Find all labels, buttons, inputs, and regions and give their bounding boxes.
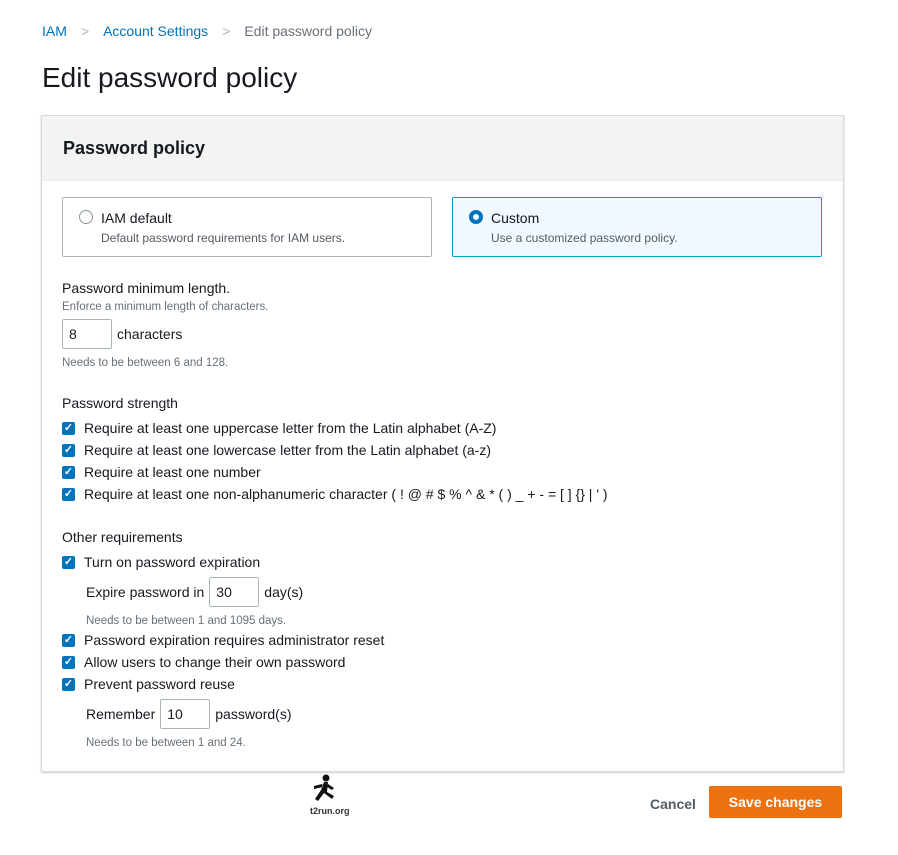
remember-unit: password(s): [215, 706, 292, 722]
checkbox-label: Password expiration requires administrat…: [84, 632, 385, 648]
checkbox-allow-change[interactable]: ✓ Allow users to change their own passwor…: [62, 651, 384, 673]
runner-icon: [314, 774, 334, 801]
checkbox-uppercase[interactable]: ✓ Require at least one uppercase letter f…: [62, 417, 608, 439]
expire-hint: Needs to be between 1 and 1095 days.: [86, 615, 287, 627]
checkbox-label: Require at least one uppercase letter fr…: [84, 420, 497, 436]
checkbox-number[interactable]: ✓ Require at least one number: [62, 461, 608, 483]
remember-hint: Needs to be between 1 and 24.: [86, 737, 246, 749]
min-length-hint: Needs to be between 6 and 128.: [62, 357, 229, 369]
expire-days-input[interactable]: [209, 577, 260, 607]
checkbox-checked-icon[interactable]: ✓: [62, 421, 75, 435]
save-changes-button[interactable]: Save changes: [709, 786, 842, 818]
checkbox-checked-icon[interactable]: ✓: [62, 677, 75, 691]
option-title: Custom: [491, 210, 540, 226]
option-iam-default[interactable]: IAM default Default password requirement…: [62, 197, 432, 257]
remember-input[interactable]: [160, 699, 211, 729]
checkbox-label: Require at least one number: [84, 464, 261, 480]
min-length-desc: Enforce a minimum length of characters.: [62, 301, 269, 313]
checkbox-label: Require at least one lowercase letter fr…: [84, 442, 491, 458]
other-label: Other requirements: [62, 529, 183, 545]
checkbox-checked-icon[interactable]: ✓: [62, 555, 75, 569]
checkbox-checked-icon[interactable]: ✓: [62, 465, 75, 479]
checkbox-admin-reset[interactable]: ✓ Password expiration requires administra…: [62, 629, 384, 651]
breadcrumb-account-settings[interactable]: Account Settings: [103, 23, 208, 39]
option-custom[interactable]: Custom Use a customized password policy.: [452, 197, 822, 257]
remember-label: Remember: [86, 706, 156, 722]
breadcrumb: IAM > Account Settings > Edit password pol…: [42, 23, 372, 39]
cancel-button[interactable]: Cancel: [644, 795, 702, 813]
checkbox-label: Prevent password reuse: [84, 676, 235, 692]
checkbox-checked-icon[interactable]: ✓: [62, 633, 75, 647]
radio-selected-icon[interactable]: [469, 210, 483, 224]
checkbox-prevent-reuse[interactable]: ✓ Prevent password reuse: [62, 673, 384, 695]
checkbox-checked-icon[interactable]: ✓: [62, 655, 75, 669]
page-title: Edit password policy: [42, 62, 298, 93]
checkbox-checked-icon[interactable]: ✓: [62, 487, 75, 501]
checkbox-lowercase[interactable]: ✓ Require at least one lowercase letter f…: [62, 439, 608, 461]
breadcrumb-current: Edit password policy: [244, 23, 372, 39]
checkbox-label: Allow users to change their own password: [84, 654, 346, 670]
watermark-text: t2run.org: [310, 806, 350, 816]
chevron-right-icon: >: [80, 23, 90, 39]
expire-label: Expire password in: [86, 584, 205, 600]
option-title: IAM default: [101, 210, 172, 226]
min-length-unit: characters: [117, 326, 183, 342]
option-desc: Default password requirements for IAM us…: [101, 231, 346, 245]
checkbox-checked-icon[interactable]: ✓: [62, 443, 75, 457]
min-length-label: Password minimum length.: [62, 280, 231, 296]
watermark-logo: t2run.org: [310, 774, 350, 816]
checkbox-nonalphanumeric[interactable]: ✓ Require at least one non-alphanumeric c…: [62, 483, 608, 505]
expire-unit: day(s): [264, 584, 304, 600]
strength-label: Password strength: [62, 395, 178, 411]
chevron-right-icon: >: [222, 23, 231, 39]
checkbox-label: Turn on password expiration: [84, 554, 261, 570]
option-desc: Use a customized password policy.: [491, 231, 678, 245]
checkbox-label: Require at least one non-alphanumeric ch…: [84, 486, 608, 502]
panel-title: Password policy: [42, 116, 843, 181]
checkbox-expiration[interactable]: ✓ Turn on password expiration: [62, 551, 260, 573]
radio-icon[interactable]: [79, 210, 93, 224]
breadcrumb-iam[interactable]: IAM: [42, 23, 67, 39]
password-policy-panel: Password policy IAM default Default pass…: [41, 115, 844, 772]
min-length-input[interactable]: [62, 319, 112, 349]
